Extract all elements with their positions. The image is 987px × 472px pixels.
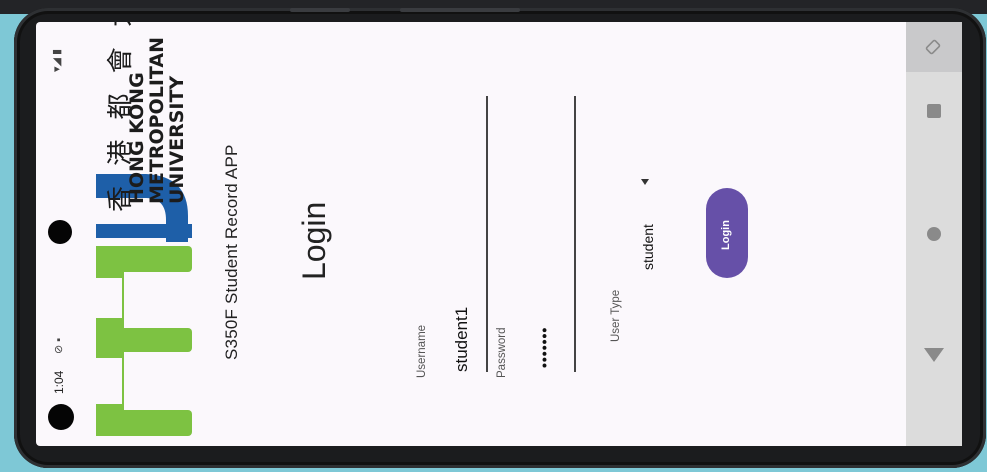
rotate-icon[interactable] bbox=[924, 38, 942, 56]
page-title: Login bbox=[296, 201, 332, 280]
status-time: 1:04 bbox=[52, 370, 66, 394]
login-button[interactable]: Login bbox=[706, 188, 748, 278]
app-subtitle: S350F Student Record APP bbox=[222, 144, 241, 360]
logo-english-line1: HONG KONG bbox=[126, 72, 148, 204]
recents-square-icon[interactable] bbox=[927, 104, 941, 118]
system-nav-bar bbox=[906, 22, 962, 446]
home-circle-icon[interactable] bbox=[927, 227, 941, 241]
user-type-value[interactable]: student bbox=[640, 224, 656, 270]
logo-english-line3: UNIVERSITY bbox=[166, 75, 188, 204]
username-underline bbox=[486, 96, 488, 372]
camera-hole-secondary bbox=[48, 220, 72, 244]
phone-volume-button bbox=[290, 8, 350, 12]
username-input[interactable]: student1 bbox=[452, 307, 472, 372]
password-input[interactable]: ••••••• bbox=[536, 327, 552, 368]
logo-english-line2: METROPOLITAN bbox=[146, 37, 168, 204]
phone-power-button bbox=[400, 8, 520, 12]
camera-hole bbox=[48, 404, 74, 430]
password-label: Password bbox=[496, 327, 508, 379]
back-triangle-icon[interactable] bbox=[924, 348, 944, 362]
app-screen: 1:04 ⊘ ▪ ▾◢ ▮ 香 港 都 會 大 學 HONG KONG METR… bbox=[36, 22, 906, 446]
status-icons: ⊘ ▪ bbox=[53, 337, 65, 354]
chevron-down-icon[interactable] bbox=[641, 179, 649, 185]
user-type-label: User Type bbox=[610, 289, 622, 342]
login-button-label: Login bbox=[720, 220, 732, 250]
status-right-icons: ▾◢ ▮ bbox=[51, 48, 63, 72]
password-underline bbox=[574, 96, 576, 372]
username-label: Username bbox=[416, 324, 428, 378]
